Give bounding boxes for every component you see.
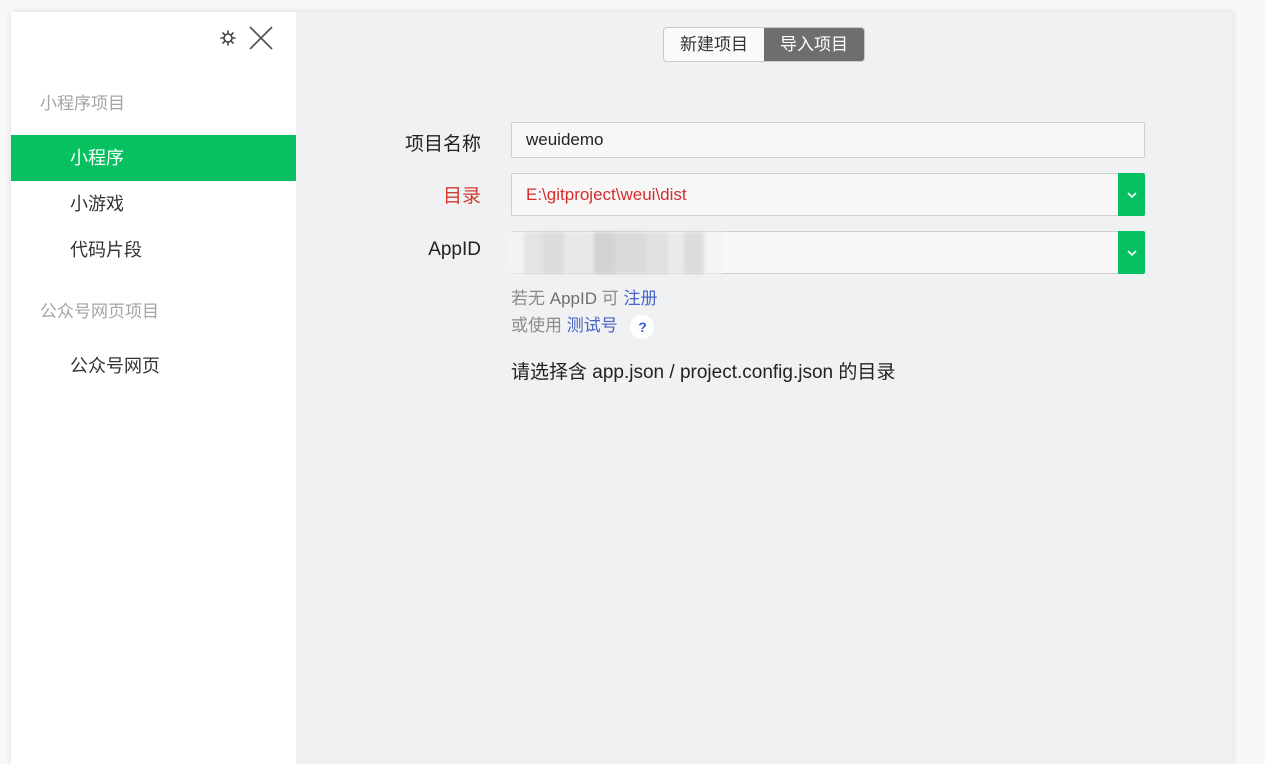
directory-dropdown-button[interactable] bbox=[1118, 173, 1145, 216]
appid-label: AppID bbox=[428, 239, 481, 260]
register-link[interactable]: 注册 bbox=[623, 289, 657, 308]
project-name-input[interactable] bbox=[512, 123, 1144, 157]
test-account-hint: 或使用 测试号 ? bbox=[511, 311, 655, 339]
directory-label: 目录 bbox=[442, 186, 481, 207]
appid-dropdown-button[interactable] bbox=[1118, 231, 1145, 274]
sidebar-item-minigame[interactable]: 小游戏 bbox=[11, 181, 296, 227]
hint-or-use: 或使用 bbox=[511, 316, 562, 335]
gear-icon bbox=[220, 30, 236, 46]
sidebar-item-code-snippet[interactable]: 代码片段 bbox=[11, 227, 296, 273]
tab-new-project[interactable]: 新建项目 bbox=[664, 28, 764, 61]
sidebar-item-official-account-web[interactable]: 公众号网页 bbox=[11, 343, 296, 389]
tab-import-project[interactable]: 导入项目 bbox=[764, 28, 864, 61]
settings-button[interactable] bbox=[219, 29, 237, 47]
close-button[interactable] bbox=[247, 24, 275, 52]
sidebar-item-miniprogram[interactable]: 小程序 bbox=[11, 135, 296, 181]
directory-value: E:\gitproject\weui\dist bbox=[526, 185, 687, 204]
appid-redacted-value bbox=[508, 232, 722, 274]
chevron-down-icon bbox=[1126, 249, 1137, 256]
import-project-window: 小程序项目 小程序 小游戏 代码片段 公众号网页项目 公众号网页 新建项目 导入… bbox=[11, 12, 1233, 764]
directory-hint: 请选择含 app.json / project.config.json 的目录 bbox=[511, 362, 896, 383]
project-mode-tabs: 新建项目 导入项目 bbox=[663, 27, 865, 62]
project-name-label: 项目名称 bbox=[404, 134, 481, 155]
hint-can: 可 bbox=[601, 289, 619, 308]
hint-prefix: 若无 bbox=[511, 289, 545, 308]
test-account-link[interactable]: 测试号 bbox=[567, 316, 618, 335]
hint-appid: AppID bbox=[549, 289, 597, 308]
section-title-miniprogram: 小程序项目 bbox=[40, 94, 125, 113]
sidebar: 小程序项目 小程序 小游戏 代码片段 公众号网页项目 公众号网页 bbox=[11, 12, 296, 764]
close-icon bbox=[249, 26, 273, 50]
appid-select[interactable] bbox=[508, 231, 1145, 274]
section-title-official-account: 公众号网页项目 bbox=[40, 302, 159, 321]
help-icon[interactable]: ? bbox=[630, 314, 655, 339]
chevron-down-icon bbox=[1126, 191, 1137, 198]
appid-register-hint: 若无 AppID 可 注册 bbox=[511, 284, 657, 309]
main-panel: 新建项目 导入项目 项目名称 目录 E:\gitproject\weui\dis… bbox=[296, 12, 1233, 764]
project-name-field bbox=[511, 122, 1145, 158]
directory-select[interactable]: E:\gitproject\weui\dist bbox=[511, 173, 1145, 216]
